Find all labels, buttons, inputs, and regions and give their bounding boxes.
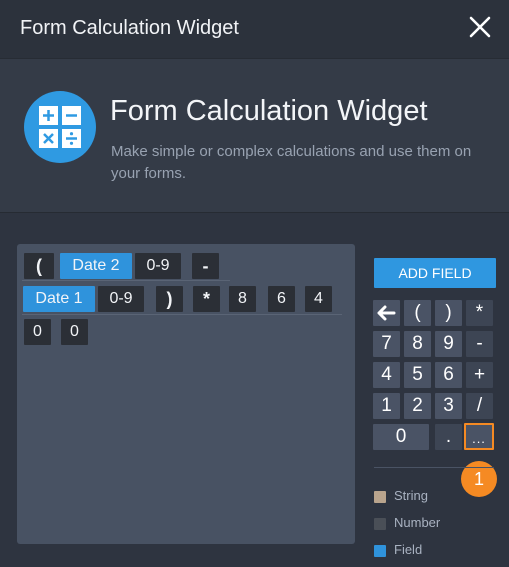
- key-6[interactable]: 6: [435, 362, 462, 388]
- more-options-button[interactable]: ...: [464, 423, 494, 450]
- key-plus[interactable]: +: [466, 362, 493, 388]
- key-7[interactable]: 7: [373, 331, 400, 357]
- legend-label: Number: [394, 515, 441, 530]
- legend-swatch-field: [374, 544, 386, 557]
- formula-token-digit[interactable]: 6: [268, 286, 295, 312]
- legend-label: Field: [394, 542, 423, 557]
- add-field-button[interactable]: ADD FIELD: [374, 258, 496, 288]
- formula-row-divider: [22, 314, 342, 315]
- key-8[interactable]: 8: [404, 331, 431, 357]
- legend-field: Field: [374, 542, 422, 558]
- formula-token-multiply[interactable]: *: [193, 286, 220, 312]
- legend-swatch-number: [374, 517, 386, 530]
- legend-divider: [374, 467, 494, 468]
- formula-token-open-paren[interactable]: (: [24, 253, 54, 279]
- title-bar: Form Calculation Widget: [0, 0, 509, 59]
- key-0[interactable]: 0: [373, 424, 429, 450]
- key-3[interactable]: 3: [435, 393, 462, 419]
- key-5[interactable]: 5: [404, 362, 431, 388]
- close-icon[interactable]: [465, 12, 495, 42]
- key-9[interactable]: 9: [435, 331, 462, 357]
- formula-token-field-date1[interactable]: Date 1: [23, 286, 95, 312]
- formula-token-number[interactable]: 0-9: [135, 253, 181, 279]
- key-1[interactable]: 1: [373, 393, 400, 419]
- backspace-key[interactable]: [373, 300, 400, 326]
- widget-header: Form Calculation Widget Make simple or c…: [0, 59, 509, 213]
- formula-token-digit[interactable]: 8: [229, 286, 256, 312]
- legend-string: String: [374, 488, 428, 504]
- key-4[interactable]: 4: [373, 362, 400, 388]
- widget-title: Form Calculation Widget: [110, 95, 428, 127]
- window-title: Form Calculation Widget: [20, 17, 239, 39]
- formula-token-digit[interactable]: 4: [305, 286, 332, 312]
- formula-token-field-date2[interactable]: Date 2: [60, 253, 132, 279]
- formula-token-minus[interactable]: -: [192, 253, 219, 279]
- key-divide[interactable]: /: [466, 393, 493, 419]
- key-minus[interactable]: -: [466, 331, 493, 357]
- calculator-logo-icon: [24, 91, 96, 163]
- legend-number: Number: [374, 515, 440, 531]
- legend-label: String: [394, 488, 428, 503]
- legend-swatch-string: [374, 490, 386, 503]
- widget-description: Make simple or complex calculations and …: [111, 143, 472, 182]
- key-open-paren[interactable]: (: [404, 300, 431, 326]
- key-decimal[interactable]: .: [435, 424, 462, 450]
- formula-row-divider: [22, 280, 230, 281]
- formula-token-number[interactable]: 0-9: [98, 286, 144, 312]
- key-multiply[interactable]: *: [466, 300, 493, 326]
- formula-token-close-paren[interactable]: ): [156, 286, 183, 312]
- key-2[interactable]: 2: [404, 393, 431, 419]
- formula-token-digit[interactable]: 0: [61, 319, 88, 345]
- formula-token-digit[interactable]: 0: [24, 319, 51, 345]
- key-close-paren[interactable]: ): [435, 300, 462, 326]
